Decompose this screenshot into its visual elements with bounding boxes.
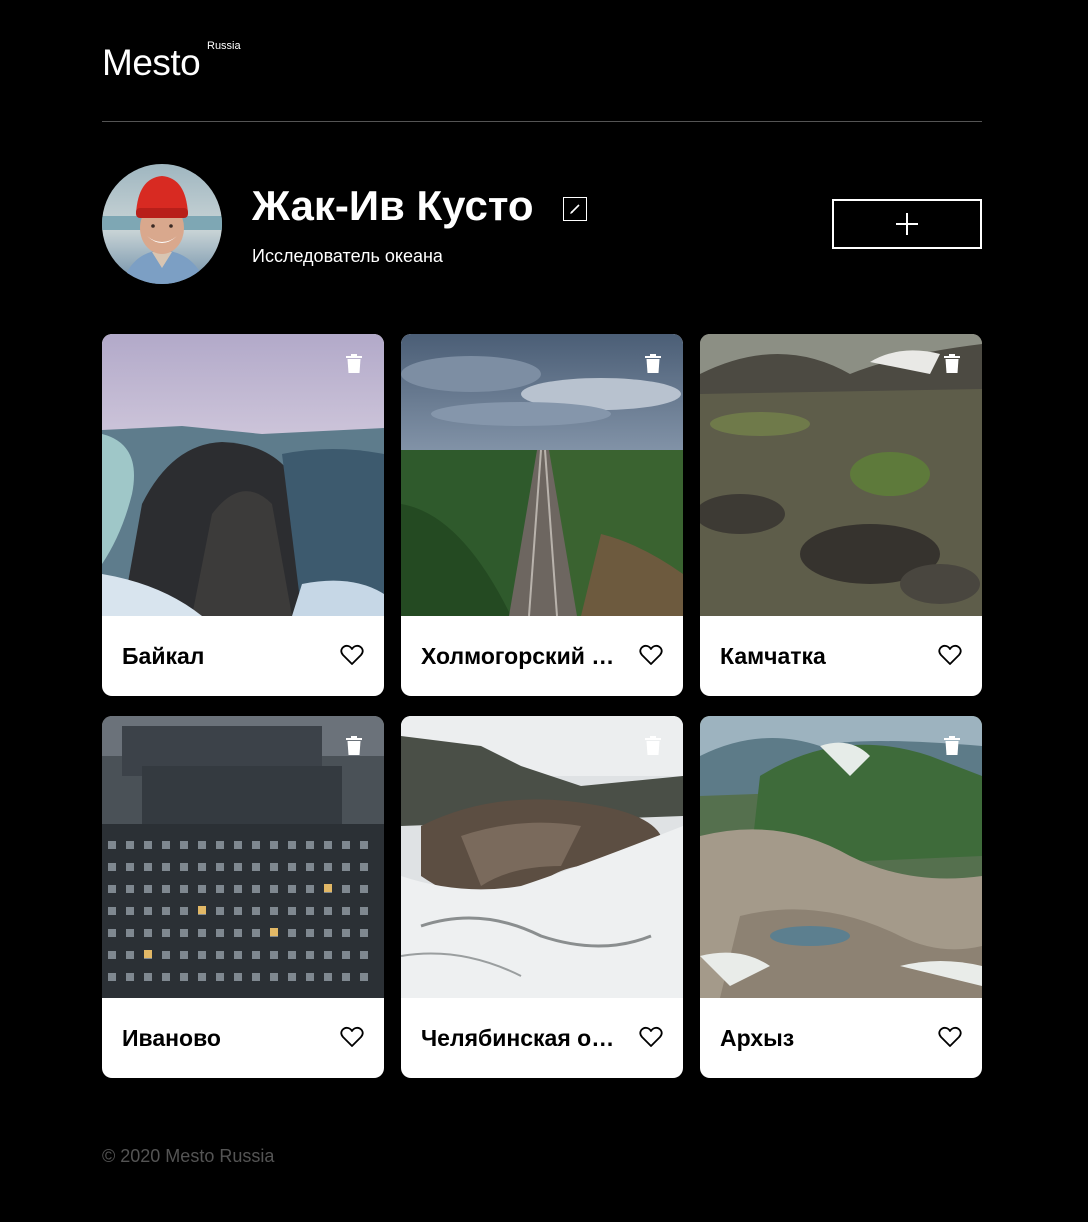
profile-name: Жак-Ив Кусто <box>252 182 534 229</box>
add-card-button[interactable] <box>832 199 982 249</box>
edit-profile-button[interactable] <box>563 197 587 221</box>
card: Холмогорский район <box>401 334 683 696</box>
like-button[interactable] <box>340 644 364 666</box>
logo-subtext: Russia <box>207 40 241 52</box>
like-button[interactable] <box>938 644 962 666</box>
card-title: Челябинская область <box>421 1025 621 1051</box>
delete-card-button[interactable] <box>943 736 961 756</box>
avatar-image <box>102 164 222 284</box>
avatar[interactable] <box>102 164 222 284</box>
heart-icon <box>639 644 663 665</box>
header: Mesto Russia <box>102 38 982 122</box>
trash-icon <box>645 354 661 373</box>
like-button[interactable] <box>639 1026 663 1048</box>
heart-icon <box>340 644 364 665</box>
card-image[interactable] <box>401 716 683 998</box>
card-image[interactable] <box>102 334 384 616</box>
heart-icon <box>639 1026 663 1047</box>
heart-icon <box>938 644 962 665</box>
card-title: Холмогорский район <box>421 643 621 669</box>
card-title: Камчатка <box>720 643 826 669</box>
card-title: Иваново <box>122 1025 221 1051</box>
trash-icon <box>944 354 960 373</box>
delete-card-button[interactable] <box>345 354 363 374</box>
card: Байкал <box>102 334 384 696</box>
profile-about: Исследователь океана <box>252 246 443 266</box>
card-image[interactable] <box>700 716 982 998</box>
delete-card-button[interactable] <box>644 736 662 756</box>
trash-icon <box>944 736 960 755</box>
like-button[interactable] <box>340 1026 364 1048</box>
trash-icon <box>346 354 362 373</box>
card-image[interactable] <box>102 716 384 998</box>
like-button[interactable] <box>938 1026 962 1048</box>
card-title: Архыз <box>720 1025 795 1051</box>
like-button[interactable] <box>639 644 663 666</box>
plus-icon <box>896 213 918 235</box>
heart-icon <box>938 1026 962 1047</box>
trash-icon <box>645 736 661 755</box>
card: Челябинская область <box>401 716 683 1078</box>
card-image[interactable] <box>401 334 683 616</box>
delete-card-button[interactable] <box>644 354 662 374</box>
delete-card-button[interactable] <box>345 736 363 756</box>
card: Иваново <box>102 716 384 1078</box>
card-image[interactable] <box>700 334 982 616</box>
logo-text: Mesto <box>102 42 201 83</box>
heart-icon <box>340 1026 364 1047</box>
delete-card-button[interactable] <box>943 354 961 374</box>
trash-icon <box>346 736 362 755</box>
edit-icon <box>570 204 580 214</box>
footer-copyright: © 2020 Mesto Russia <box>102 1146 275 1166</box>
card-title: Байкал <box>122 643 205 669</box>
profile: Жак-Ив Кусто Исследователь океана <box>102 164 982 284</box>
card: Камчатка <box>700 334 982 696</box>
card: Архыз <box>700 716 982 1078</box>
